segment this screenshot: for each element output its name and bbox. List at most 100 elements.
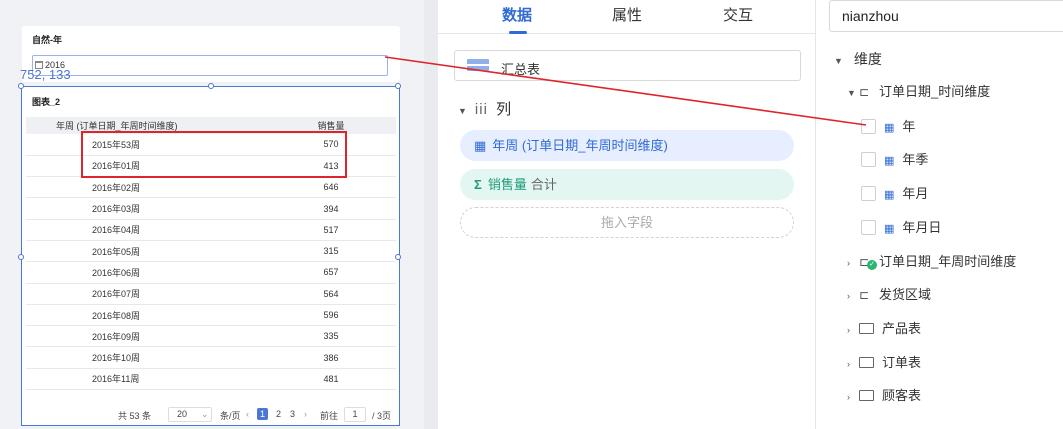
cell-week: 2016年09周	[26, 325, 266, 348]
cell-week: 2016年11周	[26, 368, 266, 391]
dimension-field-chip[interactable]: ▦ 年周 (订单日期_年周时间维度)	[460, 130, 794, 161]
cell-sales: 481	[266, 368, 396, 391]
hierarchy-icon: ⊏ ✓	[859, 252, 877, 272]
page-3-button[interactable]: 3	[287, 408, 298, 420]
pagination-total: 共 53 条	[118, 411, 152, 421]
columns-section-title: 列	[496, 101, 512, 118]
hierarchy-icon: ⊏	[859, 288, 870, 302]
table-row: 2016年04周 517	[26, 219, 396, 241]
tree-item-customer-table[interactable]: › 顾客表	[847, 386, 921, 406]
folder-icon	[859, 323, 874, 334]
panel-divider[interactable]	[424, 0, 438, 429]
tree-root-label: 维度	[853, 51, 882, 67]
page-2-button[interactable]: 2	[273, 408, 284, 420]
page-size-select[interactable]: 20 ⌄	[168, 407, 212, 422]
table-row: 2016年10周 386	[26, 346, 396, 369]
columns-icon: iii	[474, 101, 488, 118]
calendar-icon: ▦	[884, 122, 895, 134]
annotation-highlight-box	[81, 131, 347, 178]
tree-item-year-quarter[interactable]: ▦ 年季	[861, 150, 928, 170]
cursor-coordinate-readout: 752, 133	[20, 67, 71, 82]
field-checkbox[interactable]	[861, 152, 876, 167]
calendar-icon: ▦	[474, 138, 487, 153]
tab-interaction[interactable]: 交互	[723, 4, 753, 25]
calendar-icon: ▦	[884, 189, 895, 201]
cell-sales: 386	[266, 346, 396, 369]
config-tabs: 数据 属性 交互	[438, 0, 816, 34]
tab-properties[interactable]: 属性	[612, 4, 642, 25]
resize-handle[interactable]	[18, 83, 24, 89]
chevron-down-icon: ▼	[834, 56, 843, 66]
cell-week: 2016年05周	[26, 240, 266, 263]
table-row: 2016年02周 646	[26, 176, 396, 199]
active-tab-indicator	[509, 31, 527, 34]
cell-week: 2016年04周	[26, 219, 266, 241]
tree-item-year-month-day[interactable]: ▦ 年月日	[861, 218, 941, 238]
tree-item-year[interactable]: ▦ 年	[861, 117, 915, 137]
sum-icon: Σ	[474, 177, 482, 192]
resize-handle[interactable]	[208, 83, 214, 89]
table-title: 图表_2	[32, 97, 61, 107]
columns-section-header[interactable]: ▼ iii 列	[458, 98, 511, 119]
chevron-right-icon: ›	[847, 392, 850, 402]
cell-sales: 394	[266, 197, 396, 220]
cell-sales: 517	[266, 219, 396, 241]
report-canvas: 自然-年 2016 752, 133 图表_2 年周 (订单日期_年周时间维度)…	[0, 0, 424, 429]
check-icon: ✓	[867, 260, 877, 270]
tree-item-order-date-time-dim[interactable]: ▼ ⊏ 订单日期_时间维度	[847, 82, 990, 102]
chevron-right-icon: ›	[847, 291, 850, 301]
measure-field-label: 销售量	[487, 177, 527, 192]
tree-item-product-table[interactable]: › 产品表	[847, 319, 921, 339]
tree-root-dimensions[interactable]: ▼ 维度	[834, 49, 882, 69]
field-checkbox[interactable]	[861, 220, 876, 235]
field-search-input[interactable]: nianzhou	[829, 0, 1063, 32]
cell-sales: 596	[266, 304, 396, 327]
table-row: 2016年11周 481	[26, 368, 396, 391]
tree-item-year-month[interactable]: ▦ 年月	[861, 184, 928, 204]
year-filter-widget[interactable]: 自然-年 2016	[22, 26, 400, 82]
cell-sales: 315	[266, 240, 396, 263]
field-checkbox[interactable]	[861, 186, 876, 201]
dimension-field-label: 年周 (订单日期_年周时间维度)	[492, 138, 668, 153]
calendar-icon: ▦	[884, 223, 895, 235]
chevron-right-icon: ›	[847, 258, 850, 268]
chevron-right-icon: ›	[847, 359, 850, 369]
table-row: 2016年09周 335	[26, 325, 396, 348]
tab-data[interactable]: 数据	[502, 4, 532, 25]
cell-week: 2016年02周	[26, 176, 266, 199]
prev-page-button[interactable]: ‹	[246, 409, 249, 419]
table-row: 2016年07周 564	[26, 283, 396, 305]
filter-title: 自然-年	[32, 35, 62, 45]
field-checkbox[interactable]	[861, 119, 876, 134]
cell-week: 2016年08周	[26, 304, 266, 327]
chevron-down-icon: ▼	[847, 88, 856, 98]
data-source-selector[interactable]: 汇总表	[454, 50, 801, 81]
tree-item-order-table[interactable]: › 订单表	[847, 353, 921, 373]
calendar-icon: ▦	[884, 155, 895, 167]
table-row: 2016年03周 394	[26, 197, 396, 220]
goto-page-input[interactable]: 1	[344, 407, 366, 422]
field-config-panel: 数据 属性 交互 汇总表 ▼ iii 列 ▦ 年周 (订单日期_年周时间维度) Σ销…	[438, 0, 816, 429]
cell-week: 2016年10周	[26, 346, 266, 369]
next-page-button[interactable]: ›	[304, 409, 307, 419]
cell-week: 2016年06周	[26, 261, 266, 284]
folder-icon	[859, 357, 874, 368]
tree-item-order-date-week-dim[interactable]: › ⊏ ✓ 订单日期_年周时间维度	[847, 252, 1016, 272]
tree-item-ship-region[interactable]: › ⊏ 发货区域	[847, 285, 931, 305]
chevron-down-icon: ⌄	[201, 409, 209, 419]
table-row: 2016年06周 657	[26, 261, 396, 284]
per-page-label: 条/页	[220, 411, 241, 421]
measure-aggregation: 合计	[530, 177, 557, 192]
field-drop-zone[interactable]: 拖入字段	[460, 207, 794, 238]
chevron-right-icon: ›	[847, 325, 850, 335]
data-source-label: 汇总表	[501, 62, 541, 77]
measure-field-chip[interactable]: Σ 销售量 合计	[460, 169, 794, 200]
page-1-button[interactable]: 1	[257, 408, 268, 420]
resize-handle[interactable]	[18, 254, 24, 260]
cell-sales: 646	[266, 176, 396, 199]
table-row: 2016年08周 596	[26, 304, 396, 327]
goto-label: 前往	[320, 411, 339, 421]
cell-sales: 564	[266, 283, 396, 305]
resize-handle[interactable]	[395, 83, 401, 89]
year-picker-input[interactable]: 2016	[32, 55, 388, 76]
